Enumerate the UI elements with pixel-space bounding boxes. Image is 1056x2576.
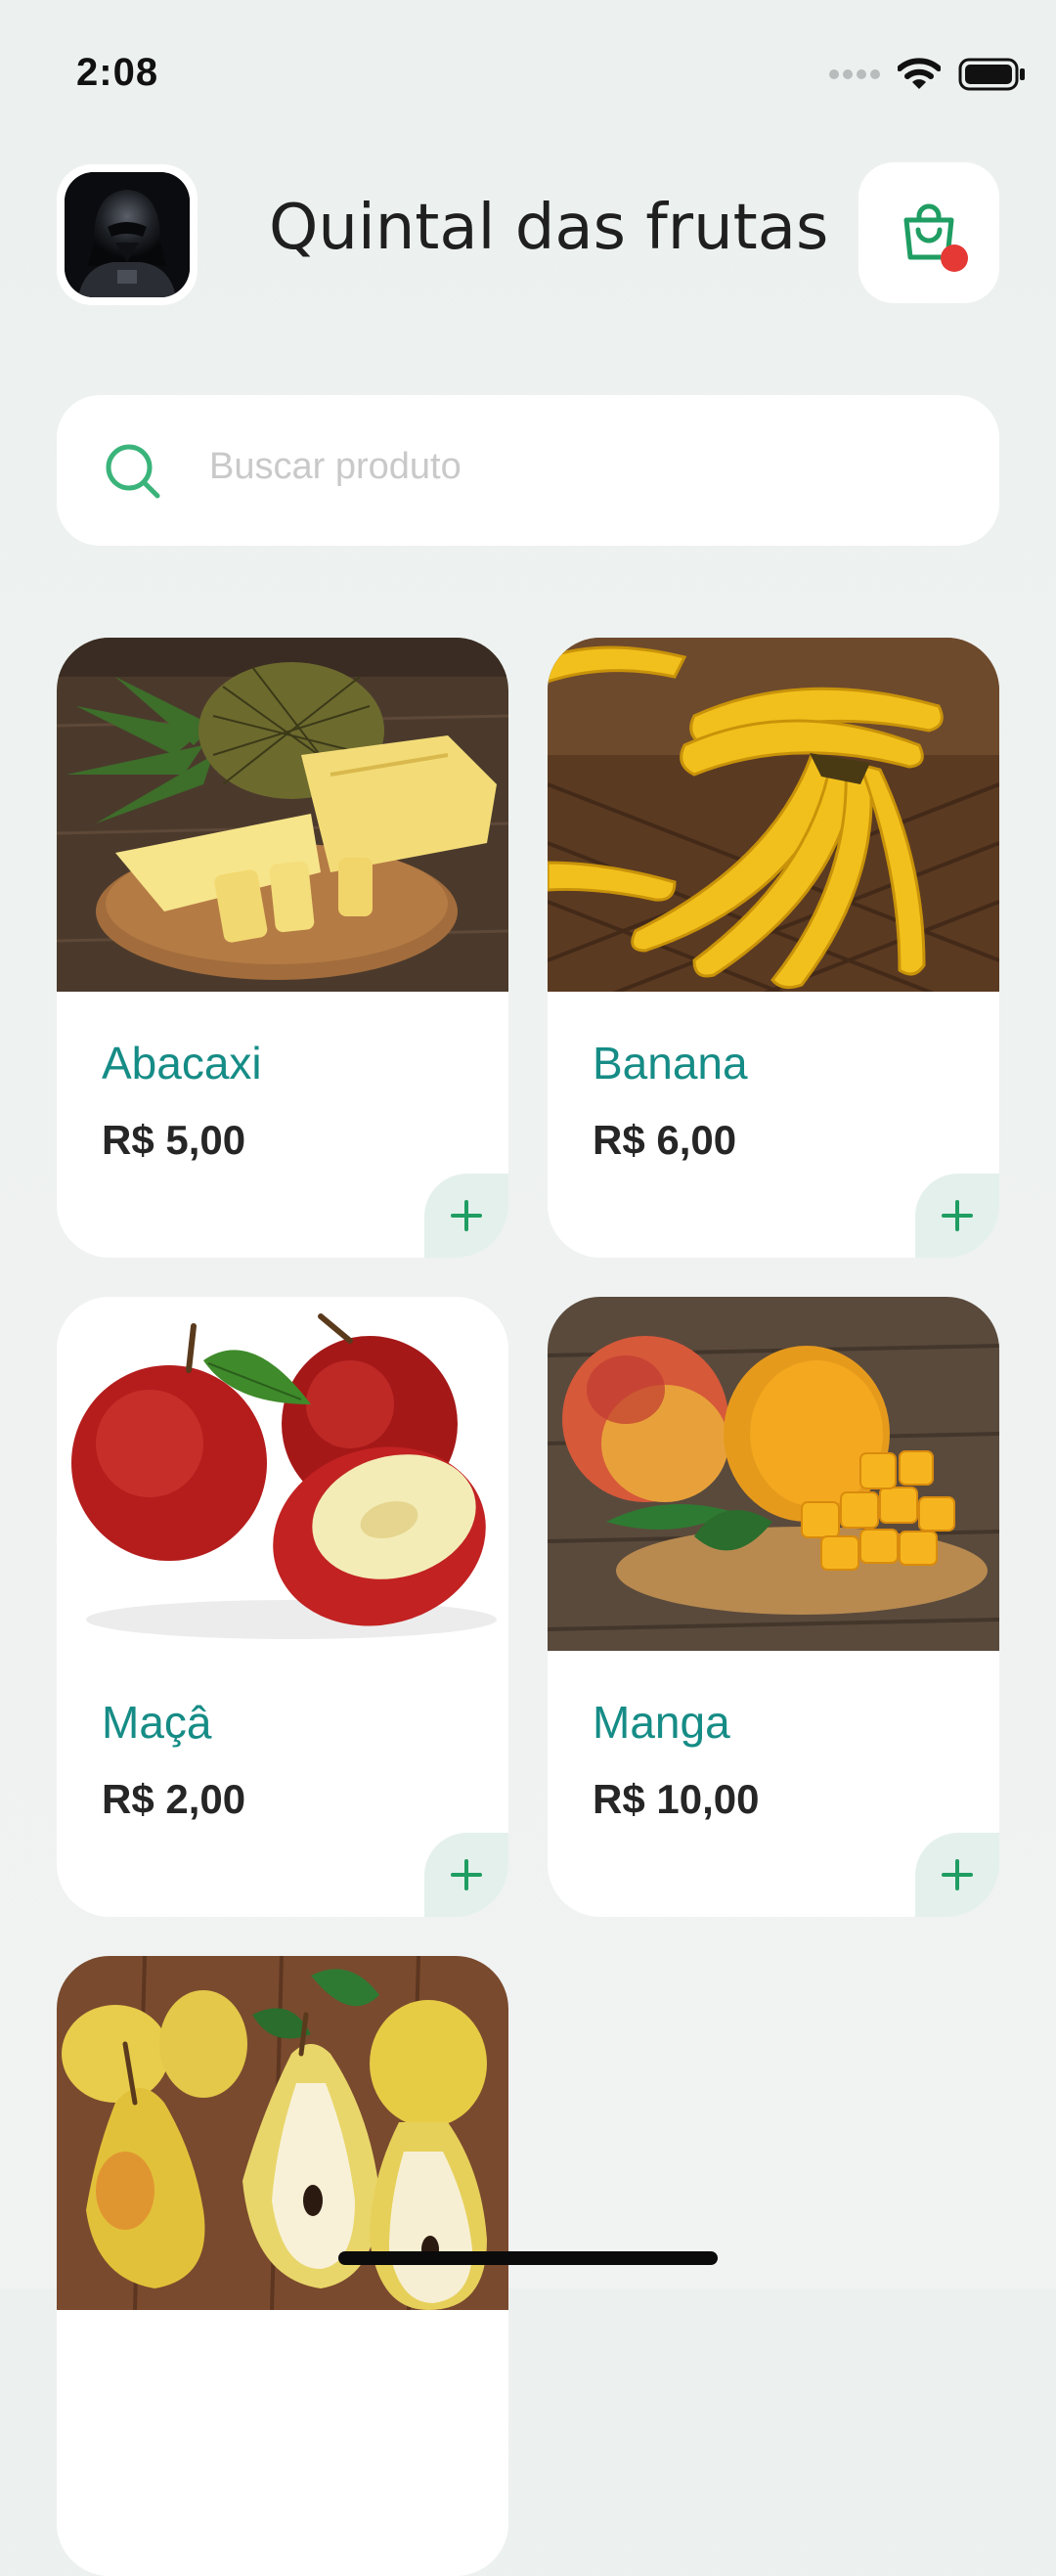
product-name: Maçâ	[102, 1697, 212, 1748]
add-to-cart-button[interactable]	[915, 1833, 999, 1917]
product-image-apple	[57, 1297, 508, 1651]
wifi-icon	[898, 58, 941, 89]
add-to-cart-button[interactable]	[915, 1174, 999, 1258]
home-indicator[interactable]	[338, 2251, 718, 2265]
cart-button[interactable]	[858, 162, 999, 303]
add-to-cart-button[interactable]	[424, 1833, 508, 1917]
product-image-banana	[548, 638, 999, 992]
product-image-pineapple	[57, 638, 508, 992]
product-price: R$ 6,00	[593, 1117, 737, 1163]
plus-icon	[942, 1859, 973, 1890]
product-card[interactable]: Maçâ R$ 2,00	[57, 1297, 508, 1917]
avatar[interactable]	[57, 164, 198, 305]
signal-dots-icon	[829, 69, 880, 79]
product-card[interactable]: Banana R$ 6,00	[548, 638, 999, 1258]
product-card[interactable]: Manga R$ 10,00	[548, 1297, 999, 1917]
product-price: R$ 10,00	[593, 1776, 760, 1822]
search-input[interactable]: Buscar produto	[209, 446, 462, 488]
battery-icon	[958, 58, 1025, 91]
product-name: Abacaxi	[102, 1038, 262, 1088]
product-name: Manga	[593, 1697, 730, 1748]
status-icons	[829, 53, 1027, 96]
product-card[interactable]	[57, 1956, 508, 2576]
search-box[interactable]: Buscar produto	[57, 395, 999, 546]
product-price: R$ 5,00	[102, 1117, 246, 1163]
product-price: R$ 2,00	[102, 1776, 246, 1822]
product-card[interactable]: Abacaxi R$ 5,00	[57, 638, 508, 1258]
plus-icon	[451, 1200, 482, 1231]
plus-icon	[942, 1200, 973, 1231]
search-icon	[106, 444, 160, 499]
add-to-cart-button[interactable]	[424, 1174, 508, 1258]
product-name: Banana	[593, 1038, 748, 1088]
product-image-mango	[548, 1297, 999, 1651]
status-time: 2:08	[76, 51, 159, 94]
plus-icon	[451, 1859, 482, 1890]
cart-badge	[941, 244, 968, 272]
status-bar: 2:08	[0, 0, 1056, 147]
avatar-image	[65, 172, 190, 297]
app-title: Quintal das frutas	[269, 192, 829, 264]
